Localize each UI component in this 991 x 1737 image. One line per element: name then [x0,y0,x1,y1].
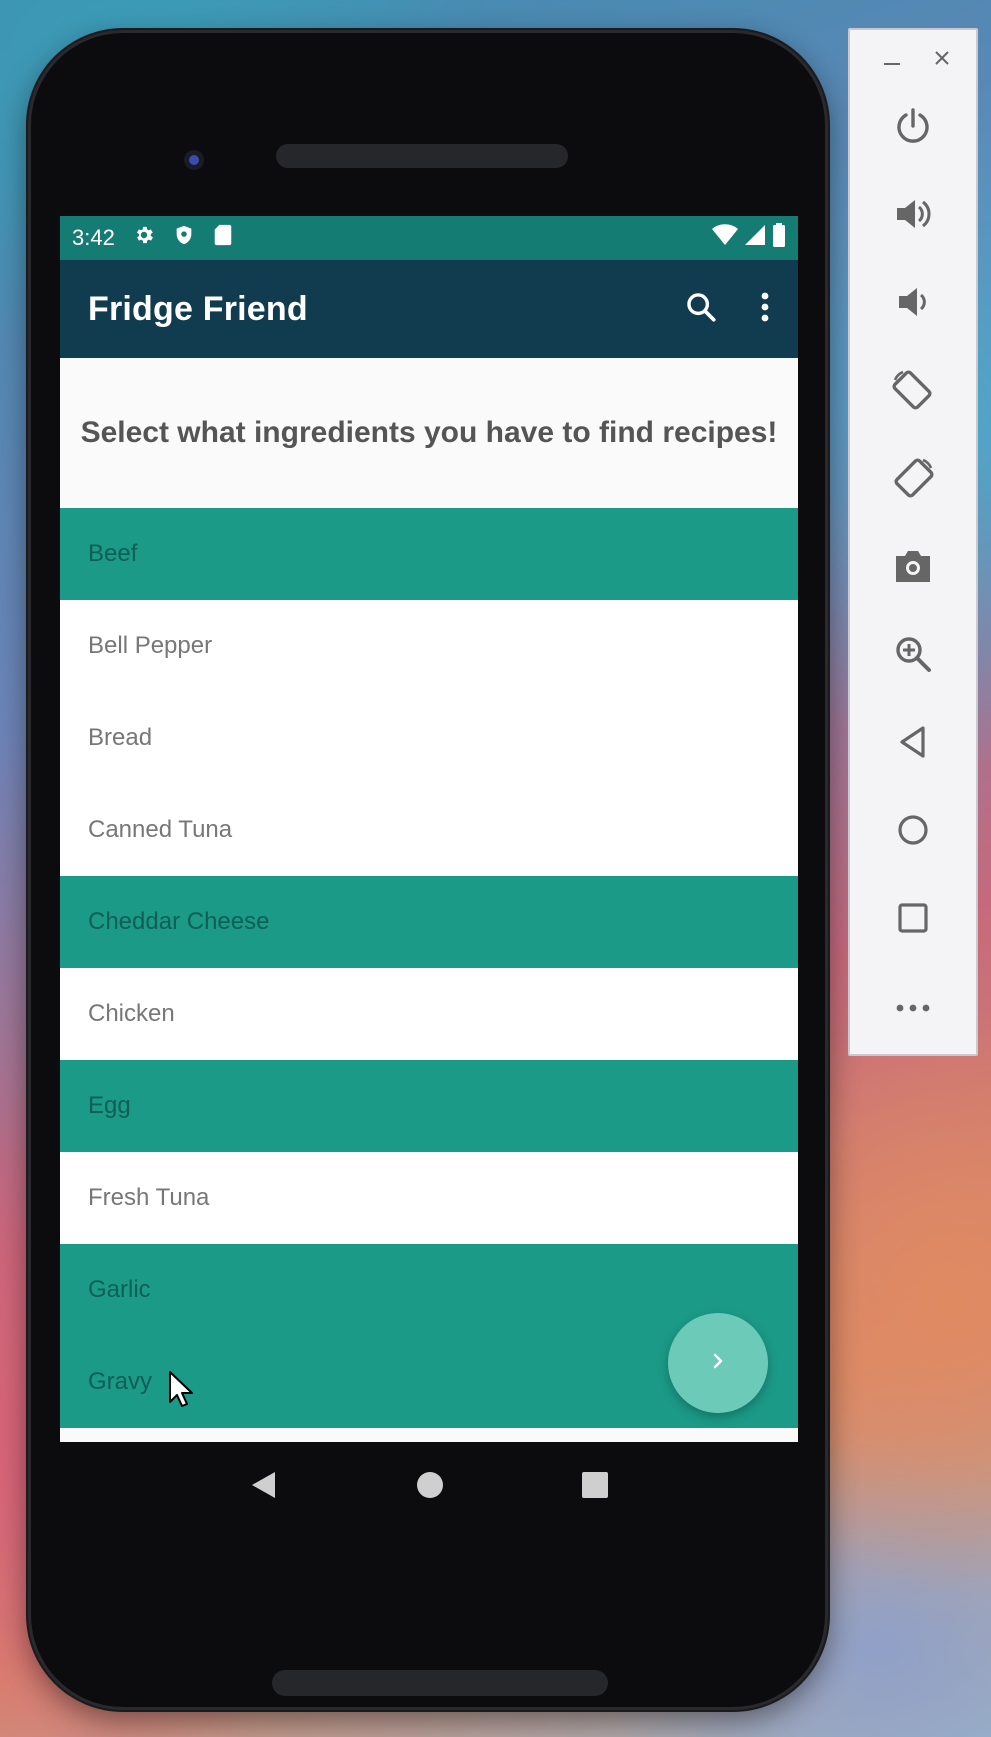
close-icon[interactable] [934,42,950,73]
power-button[interactable] [850,84,976,172]
status-time: 3:42 [72,225,115,250]
volume-up-icon [893,194,933,239]
ingredient-label: Bell Pepper [88,632,213,659]
ingredient-row[interactable]: Bread [60,692,798,784]
rotate-left-icon [891,368,935,417]
ingredient-row[interactable]: Fresh Tuna [60,1152,798,1244]
top-speaker [276,144,568,168]
app-screen: 3:42 Fridge Friend Select what ingredien… [60,216,798,1442]
home-icon [896,813,930,852]
panel-home-button[interactable] [850,788,976,876]
mouse-cursor-icon [168,1370,194,1413]
volume-down-icon [893,282,933,327]
ingredient-label: Chicken [88,1000,175,1027]
volume-down-button[interactable] [850,260,976,348]
status-bar: 3:42 [60,216,798,260]
rotate-left-button[interactable] [850,348,976,436]
overview-icon [897,902,929,939]
zoom-in-icon [893,634,933,679]
more-icon [896,999,930,1017]
nav-back-icon[interactable] [249,1470,279,1505]
app-toolbar: Fridge Friend [60,260,798,358]
ingredient-label: Gravy [88,1368,153,1395]
minimize-icon[interactable] [884,42,900,73]
next-fab-button[interactable] [668,1313,768,1413]
settings-icon [133,224,155,252]
back-icon [897,725,929,764]
system-nav-bar [60,1442,798,1532]
ingredient-row[interactable]: Chicken [60,968,798,1060]
instruction-heading-area: Select what ingredients you have to find… [60,358,798,508]
shield-icon [173,224,195,252]
battery-icon [772,223,786,253]
app-title: Fridge Friend [88,289,308,328]
search-icon[interactable] [684,290,718,329]
ingredient-row[interactable]: Beef [60,508,798,600]
wifi-icon [712,224,738,252]
power-icon [893,106,933,151]
panel-more-button[interactable] [850,964,976,1052]
camera-icon [892,548,934,589]
nav-recents-icon[interactable] [581,1471,609,1504]
ingredient-label: Beef [88,540,138,567]
panel-overview-button[interactable] [850,876,976,964]
rotate-right-button[interactable] [850,436,976,524]
ingredient-label: Egg [88,1092,131,1119]
rotate-right-icon [891,456,935,505]
nav-home-icon[interactable] [416,1471,444,1504]
emulator-control-panel [848,28,978,1056]
chevron-right-icon [708,1351,728,1376]
signal-icon [744,224,766,252]
zoom-button[interactable] [850,612,976,700]
ingredient-label: Bread [88,724,153,751]
ingredient-row[interactable]: Egg [60,1060,798,1152]
bottom-speaker [272,1670,608,1696]
ingredient-row[interactable]: Canned Tuna [60,784,798,876]
panel-back-button[interactable] [850,700,976,788]
ingredient-list: Beef Bell Pepper Bread Canned Tuna Cheddar C… [60,508,798,1428]
ingredient-label: Canned Tuna [88,816,233,843]
front-camera [178,144,210,176]
screenshot-button[interactable] [850,524,976,612]
volume-up-button[interactable] [850,172,976,260]
instruction-heading: Select what ingredients you have to find… [80,416,778,449]
ingredient-label: Cheddar Cheese [88,908,270,935]
ingredient-label: Garlic [88,1276,151,1303]
ingredient-row[interactable]: Bell Pepper [60,600,798,692]
ingredient-row[interactable]: Cheddar Cheese [60,876,798,968]
more-vert-icon[interactable] [760,290,770,329]
sd-card-icon [213,224,233,252]
ingredient-label: Fresh Tuna [88,1184,210,1211]
